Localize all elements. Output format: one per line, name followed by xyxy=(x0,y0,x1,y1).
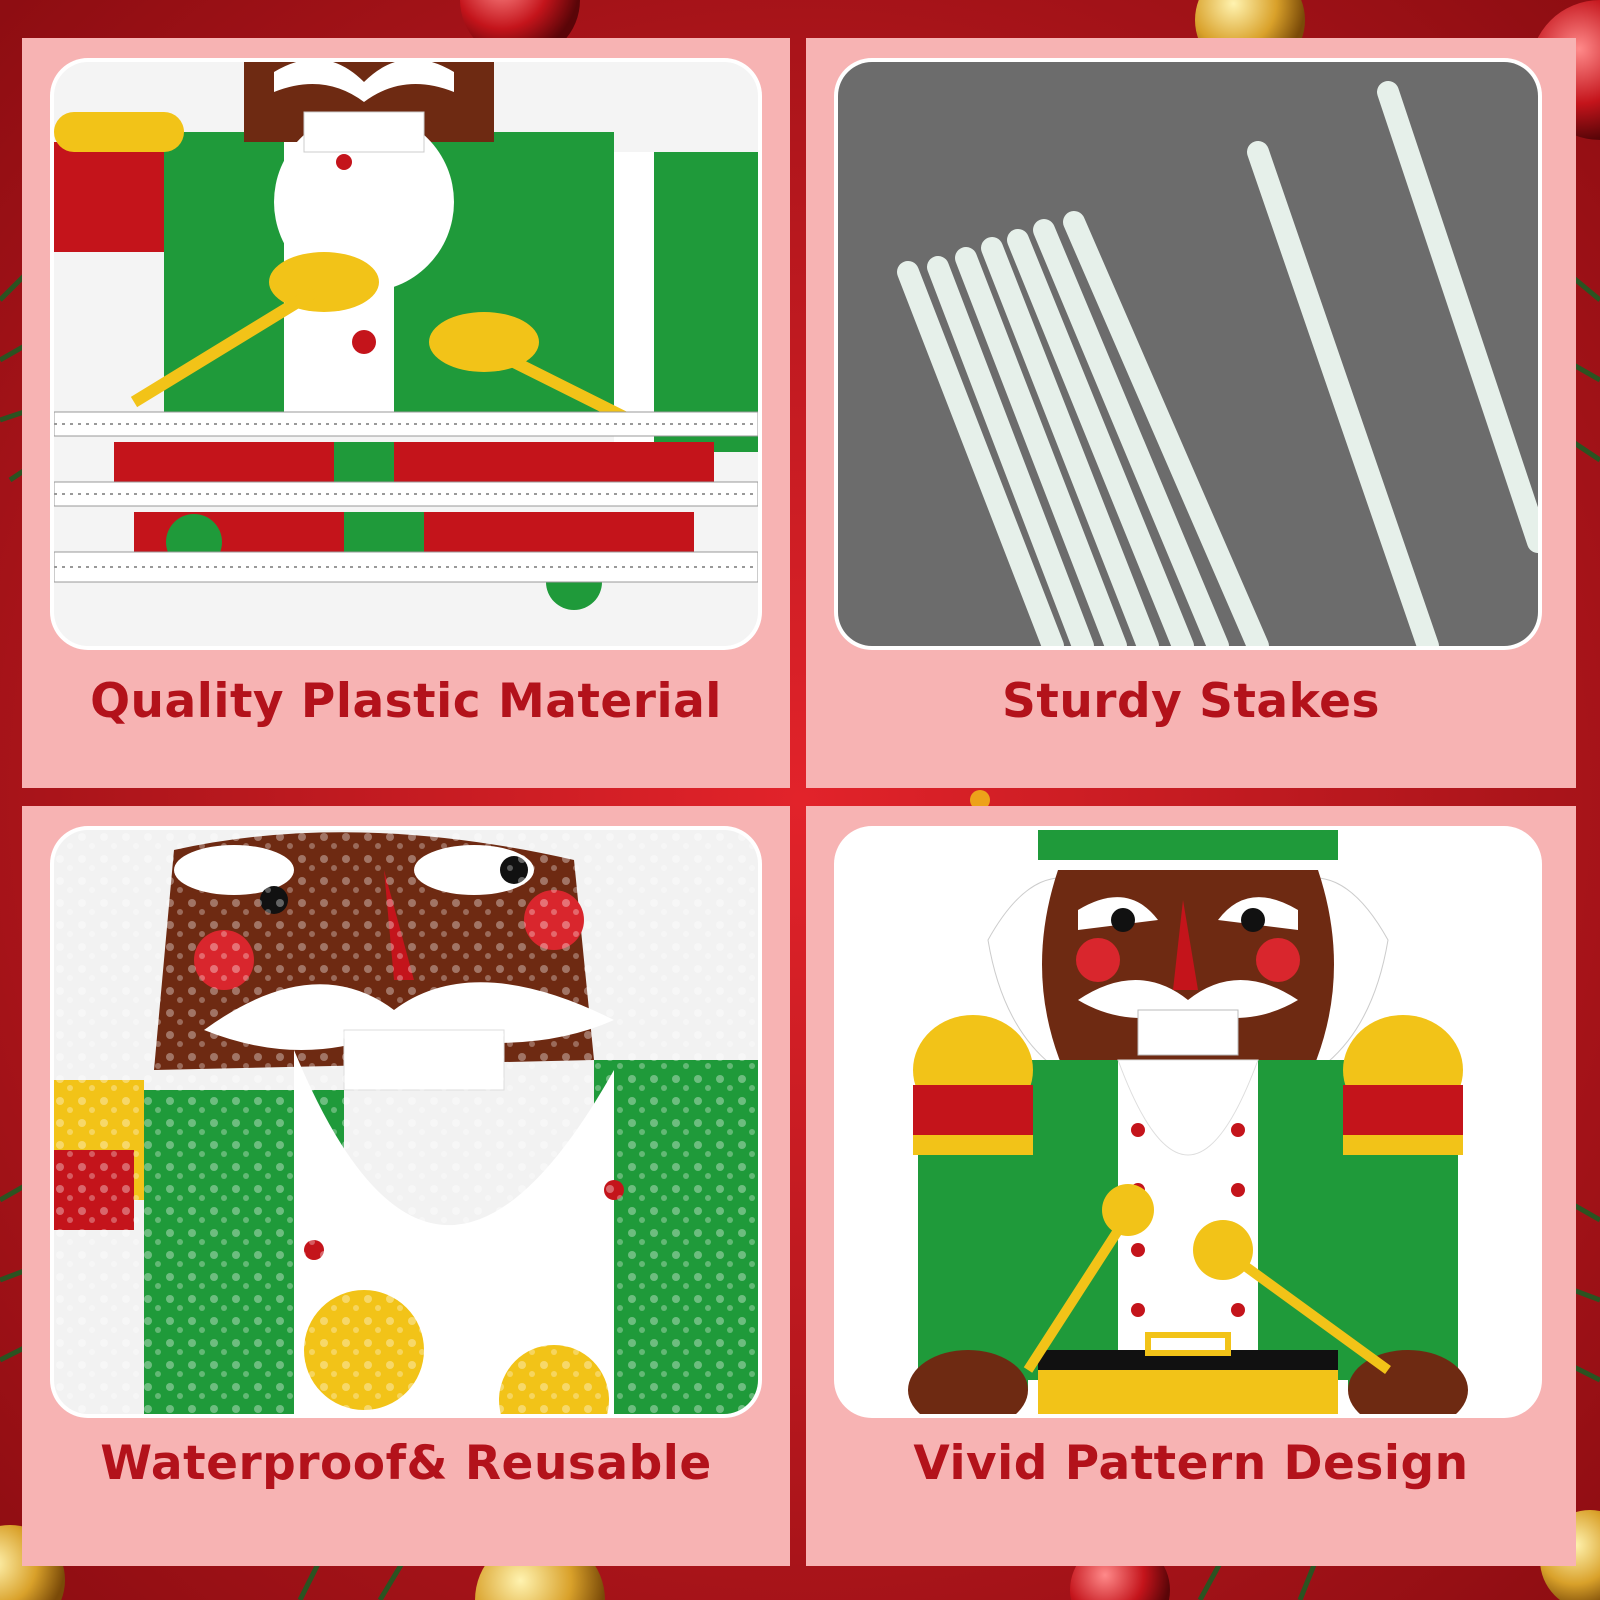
caption-material: Quality Plastic Material xyxy=(90,674,722,729)
waterproof-photo xyxy=(54,830,758,1414)
caption-waterproof: Waterproof& Reusable xyxy=(100,1436,712,1491)
caption-pattern: Vivid Pattern Design xyxy=(913,1436,1469,1491)
feature-panel-material: Quality Plastic Material xyxy=(22,38,790,788)
feature-panel-stakes: Sturdy Stakes xyxy=(806,38,1576,788)
pattern-photo xyxy=(838,830,1538,1414)
caption-stakes: Sturdy Stakes xyxy=(1002,674,1380,729)
material-photo xyxy=(54,62,758,646)
feature-panel-pattern: Vivid Pattern Design xyxy=(806,806,1576,1566)
stakes-photo xyxy=(838,62,1538,646)
feature-panel-waterproof: Waterproof& Reusable xyxy=(22,806,790,1566)
